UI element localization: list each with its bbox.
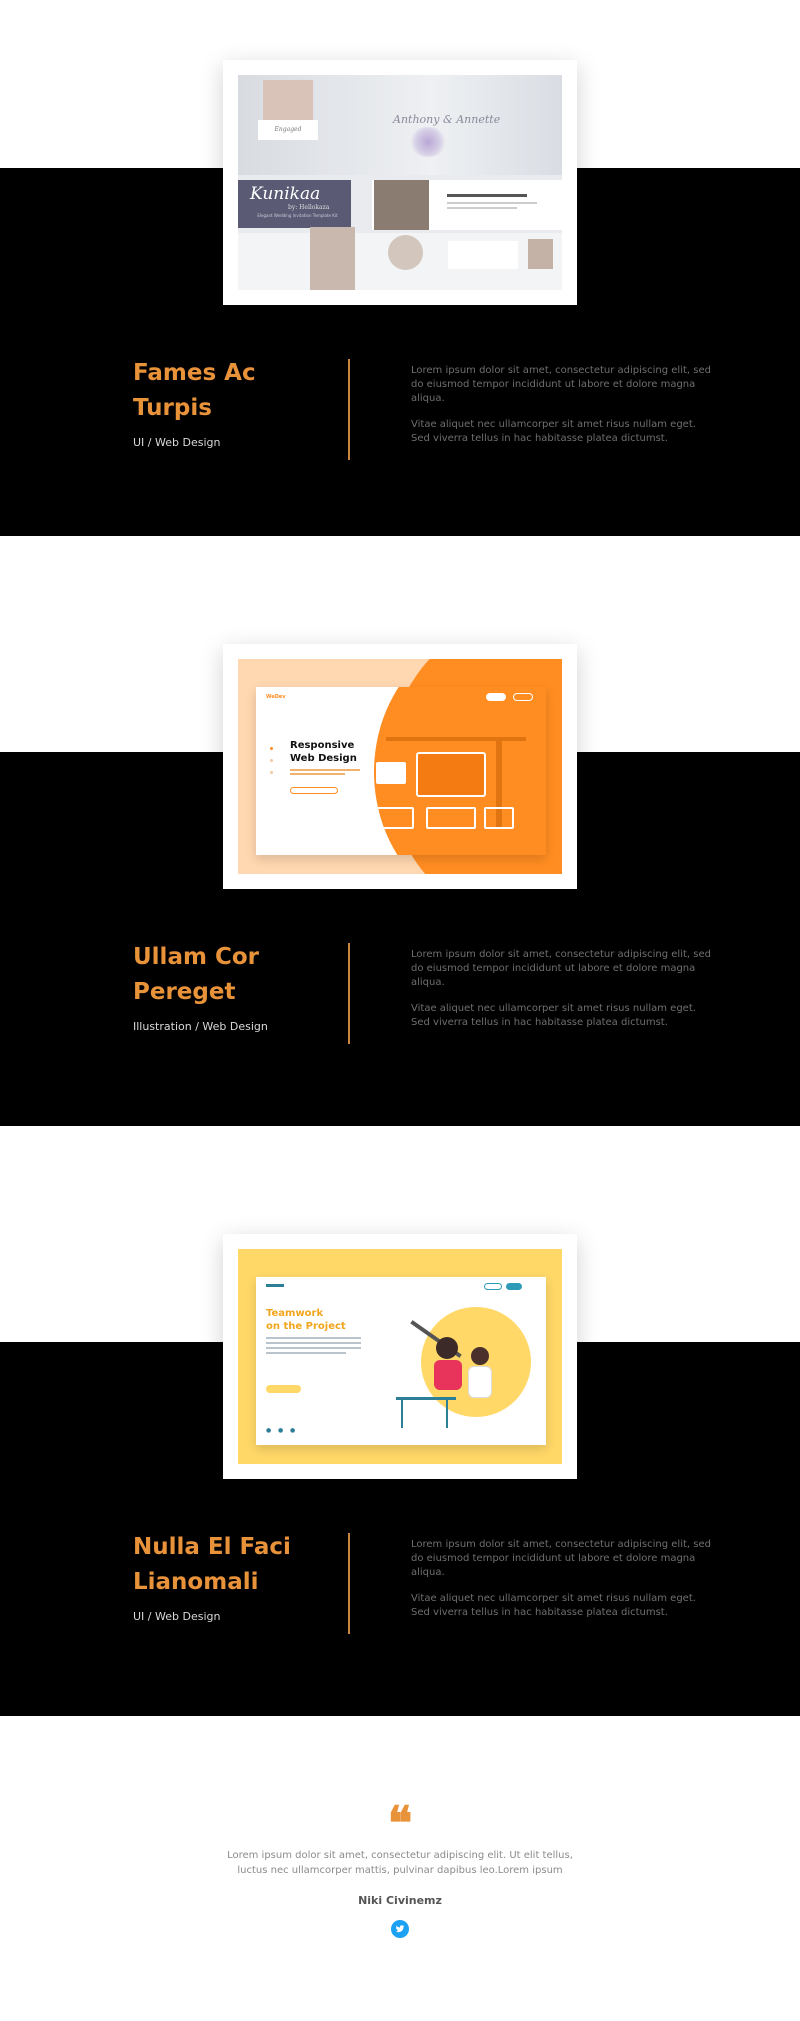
portfolio-page: Engaged Anthony & Annette Kunikaa by: He… <box>0 0 800 2021</box>
hero-cta-button <box>290 787 338 794</box>
social-facebook-icon: ● <box>290 1427 296 1434</box>
person-head <box>436 1337 458 1359</box>
wedding-template-preview: Engaged Anthony & Annette Kunikaa by: He… <box>238 75 562 290</box>
hero-text-line <box>266 1352 346 1354</box>
teamwork-illustration <box>376 1302 536 1442</box>
round-portrait <box>388 235 423 270</box>
headline-line: Teamwork <box>266 1308 324 1319</box>
divider-line <box>348 943 350 1044</box>
image-card <box>426 807 476 829</box>
headline-line: Responsive <box>290 740 355 751</box>
hero-cta-button <box>266 1385 301 1393</box>
hero-text-line <box>290 773 345 775</box>
floral-wreath-icon <box>408 127 448 157</box>
social-twitter-icon: ● <box>266 1427 272 1434</box>
hero-text-line <box>266 1342 361 1344</box>
person-body <box>434 1360 462 1390</box>
project-title-line: Fames Ac <box>133 360 256 386</box>
project-title-line: Ullam Cor <box>133 944 259 970</box>
project-title-2[interactable]: Ullam Cor Pereget <box>133 940 343 1010</box>
landing-page-card: WeDev Responsive Web Design <box>256 687 546 855</box>
description-paragraph: Vitae aliquet nec ullamcorper sit amet r… <box>411 1593 696 1618</box>
desk-leg <box>446 1400 448 1428</box>
landing-page-card: Teamwork on the Project ● ● ● <box>256 1277 546 1445</box>
card-text-line <box>447 207 517 209</box>
project-category-1: UI / Web Design <box>133 436 221 449</box>
crane-illustration <box>376 732 536 832</box>
description-paragraph: Lorem ipsum dolor sit amet, consectetur … <box>411 1539 711 1578</box>
project-description-1: Lorem ipsum dolor sit amet, consectetur … <box>411 364 711 458</box>
groom-photo <box>310 227 355 290</box>
brand-logo: WeDev <box>266 694 286 700</box>
chart-card <box>376 807 414 829</box>
screen-mockup <box>416 752 486 797</box>
small-photo <box>528 239 553 269</box>
card-text-line <box>447 202 537 204</box>
project-title-1[interactable]: Fames Ac Turpis <box>133 356 343 426</box>
nav-button <box>513 693 533 701</box>
description-paragraph: Vitae aliquet nec ullamcorper sit amet r… <box>411 1003 696 1028</box>
project-title-line: Nulla El Faci <box>133 1534 291 1560</box>
play-card <box>484 807 514 829</box>
preview-footer-strip <box>238 227 562 290</box>
card-heading-line <box>447 194 527 197</box>
couple-photo <box>374 180 429 230</box>
testimonial-author: Niki Civinemz <box>358 1894 442 1907</box>
project-description-2: Lorem ipsum dolor sit amet, consectetur … <box>411 948 711 1042</box>
project-thumbnail-3[interactable]: Teamwork on the Project ● ● ● <box>223 1234 577 1479</box>
twitter-icon[interactable] <box>391 1920 409 1938</box>
project-thumbnail-2[interactable]: WeDev Responsive Web Design <box>223 644 577 889</box>
brand-logo-line <box>266 1284 284 1287</box>
divider-line <box>348 1533 350 1634</box>
project-category-3: UI / Web Design <box>133 1610 221 1623</box>
person-body <box>468 1366 492 1398</box>
save-the-date-card <box>372 180 562 230</box>
engaged-badge: Engaged <box>258 120 318 140</box>
crane-arm <box>386 737 526 741</box>
desk-leg <box>401 1400 403 1428</box>
project-category-2: Illustration / Web Design <box>133 1020 268 1033</box>
headline-line: on the Project <box>266 1321 346 1332</box>
person-head <box>471 1347 489 1365</box>
description-paragraph: Lorem ipsum dolor sit amet, consectetur … <box>411 365 711 404</box>
testimonial-text: Lorem ipsum dolor sit amet, consectetur … <box>227 1850 573 1876</box>
hero-text-line <box>266 1347 361 1349</box>
headline-line: Web Design <box>290 753 357 764</box>
project-description-3: Lorem ipsum dolor sit amet, consectetur … <box>411 1538 711 1632</box>
hero-text-line <box>290 769 360 771</box>
divider-line <box>348 359 350 460</box>
hero-headline: Teamwork on the Project <box>266 1307 346 1333</box>
project-thumbnail-1[interactable]: Engaged Anthony & Annette Kunikaa by: He… <box>223 60 577 305</box>
teamwork-preview: Teamwork on the Project ● ● ● <box>238 1249 562 1464</box>
project-title-3[interactable]: Nulla El Faci Lianomali <box>133 1530 343 1600</box>
social-instagram-icon: ● <box>278 1427 284 1434</box>
hero-headline: Responsive Web Design <box>290 739 357 765</box>
responsive-design-preview: WeDev Responsive Web Design <box>238 659 562 874</box>
hero-text-line <box>266 1337 361 1339</box>
nav-button <box>484 1283 502 1290</box>
quote-icon: ❝ <box>387 1796 413 1850</box>
project-title-line: Lianomali <box>133 1569 259 1595</box>
couple-names: Anthony & Annette <box>393 113 501 126</box>
pager-dot <box>270 747 273 750</box>
kunikaa-title: Kunikaa <box>250 184 321 204</box>
twitter-bird-icon <box>395 1925 405 1933</box>
kunikaa-byline: by: Hellokaza <box>288 204 330 211</box>
nav-button <box>486 693 506 701</box>
kunikaa-caption: Elegant Wedding Invitation Template Kit <box>257 213 338 218</box>
project-title-line: Pereget <box>133 979 236 1005</box>
nav-button <box>506 1283 522 1290</box>
description-paragraph: Lorem ipsum dolor sit amet, consectetur … <box>411 949 711 988</box>
pager-dot <box>270 771 273 774</box>
mini-card <box>448 241 518 269</box>
kunikaa-card: Kunikaa by: Hellokaza Elegant Wedding In… <box>238 180 351 228</box>
panel-card <box>376 762 406 784</box>
description-paragraph: Vitae aliquet nec ullamcorper sit amet r… <box>411 419 696 444</box>
project-title-line: Turpis <box>133 395 212 421</box>
pager-dot <box>270 759 273 762</box>
